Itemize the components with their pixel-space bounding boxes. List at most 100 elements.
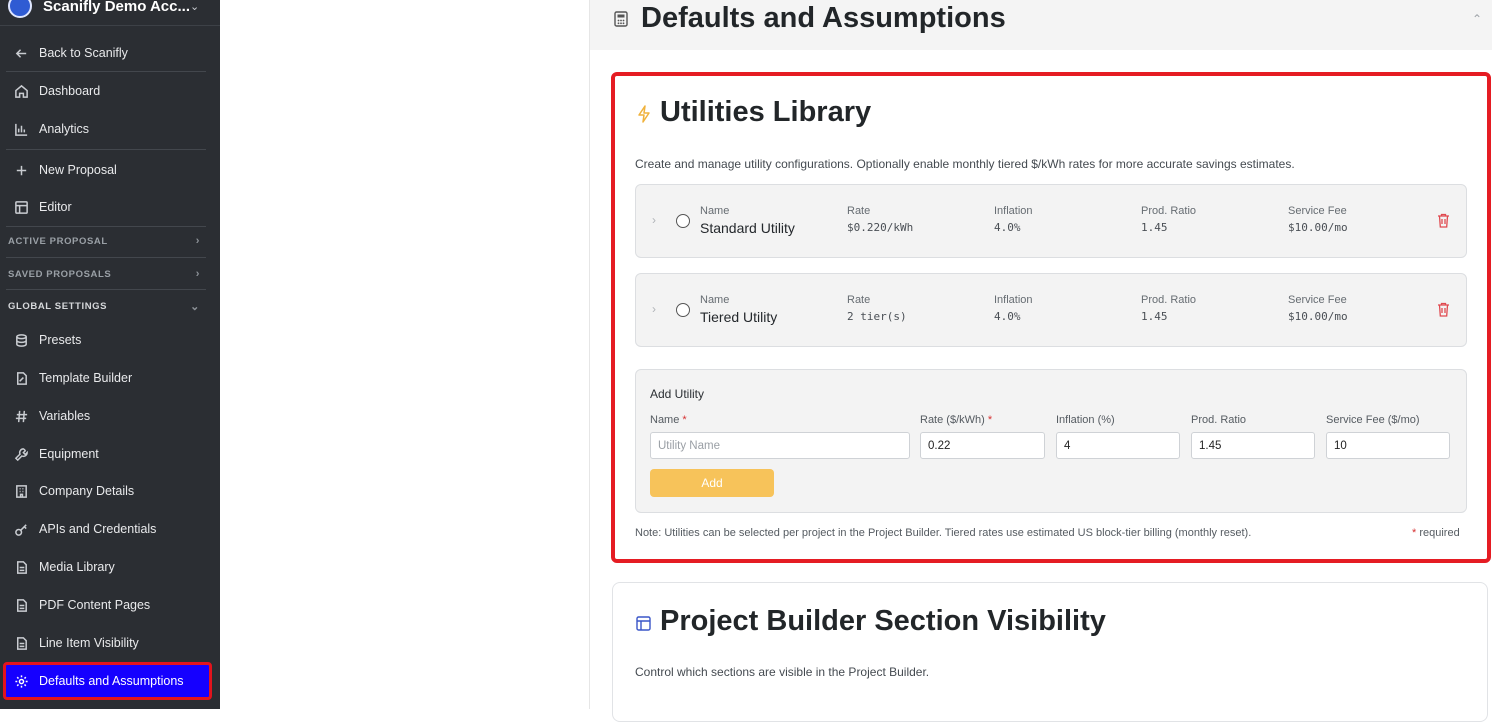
- sidebar-item-company-details[interactable]: Company Details: [6, 474, 206, 508]
- apis-label: APIs and Credentials: [39, 522, 157, 536]
- add-utility-button[interactable]: Add: [650, 469, 774, 497]
- name-col-label: Name: [700, 205, 730, 217]
- sidebar-item-editor[interactable]: Editor: [6, 190, 206, 224]
- pdf-content-pages-label: PDF Content Pages: [39, 598, 151, 612]
- sidebar-item-dashboard[interactable]: Dashboard: [6, 74, 206, 108]
- utility-ratio: 1.45: [1141, 221, 1168, 234]
- utility-rate: $0.220/kWh: [847, 221, 914, 234]
- section-header[interactable]: Defaults and Assumptions ⌃: [590, 0, 1492, 50]
- utility-fee: $10.00/mo: [1288, 221, 1348, 234]
- chevron-right-icon[interactable]: ›: [652, 302, 656, 316]
- analytics-label: Analytics: [39, 122, 90, 136]
- back-to-scanifly-link[interactable]: Back to Scanifly: [6, 36, 206, 70]
- home-icon: [12, 82, 30, 100]
- saved-proposals-label: SAVED PROPOSALS: [8, 268, 112, 280]
- chevron-right-icon: ›: [195, 235, 200, 247]
- layout-icon: [636, 616, 651, 631]
- section-saved-proposals[interactable]: SAVED PROPOSALS ›: [8, 264, 204, 284]
- sidebar-item-analytics[interactable]: Analytics: [6, 112, 206, 146]
- sidebar-item-variables[interactable]: Variables: [6, 399, 206, 433]
- rate-col-label: Rate: [847, 205, 871, 217]
- sidebar-item-new-proposal[interactable]: New Proposal: [6, 153, 206, 187]
- utility-default-radio[interactable]: [676, 214, 690, 228]
- file-text-icon: [12, 634, 30, 652]
- utility-default-radio[interactable]: [676, 303, 690, 317]
- utility-name: Standard Utility: [700, 220, 795, 236]
- rate-input[interactable]: [920, 432, 1045, 459]
- rate-col-label: Rate: [847, 294, 871, 306]
- bar-chart-icon: [12, 120, 30, 138]
- required-note: * required: [1412, 527, 1460, 539]
- company-logo: [8, 0, 32, 18]
- utilities-library-description: Create and manage utility configurations…: [635, 157, 1295, 171]
- building-icon: [12, 482, 30, 500]
- utility-name: Tiered Utility: [700, 309, 778, 325]
- add-utility-form: Add Utility Name * Rate ($/kWh) * Inflat…: [635, 369, 1467, 513]
- calculator-icon: [614, 11, 628, 27]
- chevron-right-icon[interactable]: ›: [652, 213, 656, 227]
- utilities-library-title: Utilities Library: [660, 96, 872, 128]
- key-icon: [12, 520, 30, 538]
- sidebar-item-pdf-content-pages[interactable]: PDF Content Pages: [6, 588, 206, 622]
- fee-col-label: Service Fee: [1288, 294, 1347, 306]
- section-active-proposal[interactable]: ACTIVE PROPOSAL ›: [8, 231, 204, 251]
- section-visibility-card: Project Builder Section Visibility Contr…: [612, 582, 1488, 722]
- company-details-label: Company Details: [39, 484, 135, 498]
- company-switcher[interactable]: Scanifly Demo Acc... ⌄: [0, 0, 220, 26]
- dashboard-label: Dashboard: [39, 84, 101, 98]
- chevron-down-icon: ⌄: [190, 1, 200, 13]
- inflation-col-label: Inflation: [994, 294, 1033, 306]
- chevron-down-icon: ⌄: [190, 300, 200, 313]
- variables-label: Variables: [39, 409, 91, 423]
- fee-field-label: Service Fee ($/mo): [1326, 414, 1420, 426]
- new-proposal-label: New Proposal: [39, 163, 117, 177]
- utility-row[interactable]: › Name Tiered Utility Rate 2 tier(s) Inf…: [635, 273, 1467, 347]
- sidebar-item-media-library[interactable]: Media Library: [6, 550, 206, 584]
- equipment-label: Equipment: [39, 447, 99, 461]
- utility-ratio: 1.45: [1141, 310, 1168, 323]
- layout-icon: [12, 198, 30, 216]
- presets-label: Presets: [39, 333, 82, 347]
- add-utility-title: Add Utility: [650, 387, 705, 401]
- chevron-up-icon[interactable]: ⌃: [1472, 12, 1482, 26]
- template-builder-label: Template Builder: [39, 371, 133, 385]
- chevron-right-icon: ›: [195, 268, 200, 280]
- sidebar-item-defaults-and-assumptions[interactable]: Defaults and Assumptions: [3, 662, 212, 700]
- file-edit-icon: [12, 369, 30, 387]
- company-name: Scanifly Demo Acc...: [43, 0, 190, 15]
- file-icon: [12, 558, 30, 576]
- wrench-icon: [12, 445, 30, 463]
- service-fee-input[interactable]: [1326, 432, 1450, 459]
- sidebar-item-line-item-visibility[interactable]: Line Item Visibility: [6, 626, 206, 660]
- main-blank-area: [220, 0, 590, 709]
- database-icon: [12, 331, 30, 349]
- prod-ratio-input[interactable]: [1191, 432, 1315, 459]
- gear-icon: [12, 672, 30, 690]
- trash-icon[interactable]: [1437, 213, 1450, 228]
- utilities-note: Note: Utilities can be selected per proj…: [635, 527, 1252, 539]
- inflation-field-label: Inflation (%): [1056, 414, 1115, 426]
- utilities-library-card: Utilities Library Create and manage util…: [611, 72, 1491, 563]
- hash-icon: [12, 407, 30, 425]
- trash-icon[interactable]: [1437, 302, 1450, 317]
- sidebar-item-equipment[interactable]: Equipment: [6, 437, 206, 471]
- ratio-field-label: Prod. Ratio: [1191, 414, 1247, 426]
- utility-row[interactable]: › Name Standard Utility Rate $0.220/kWh …: [635, 184, 1467, 258]
- ratio-col-label: Prod. Ratio: [1141, 205, 1197, 217]
- sidebar-item-presets[interactable]: Presets: [6, 323, 206, 357]
- back-label: Back to Scanifly: [39, 46, 128, 60]
- sidebar: Scanifly Demo Acc... ⌄ Back to Scanifly …: [0, 0, 220, 709]
- sidebar-item-apis-and-credentials[interactable]: APIs and Credentials: [6, 512, 206, 546]
- page-title: Defaults and Assumptions: [641, 2, 1006, 34]
- inflation-input[interactable]: [1056, 432, 1180, 459]
- sidebar-item-template-builder[interactable]: Template Builder: [6, 361, 206, 395]
- name-field-label: Name *: [650, 414, 687, 426]
- section-visibility-title: Project Builder Section Visibility: [660, 605, 1106, 637]
- rate-field-label: Rate ($/kWh) *: [920, 414, 993, 426]
- inflation-col-label: Inflation: [994, 205, 1033, 217]
- fee-col-label: Service Fee: [1288, 205, 1347, 217]
- utility-name-input[interactable]: [650, 432, 910, 459]
- arrow-left-icon: [12, 44, 30, 62]
- active-proposal-label: ACTIVE PROPOSAL: [8, 235, 108, 247]
- section-global-settings[interactable]: GLOBAL SETTINGS ⌄: [8, 296, 204, 316]
